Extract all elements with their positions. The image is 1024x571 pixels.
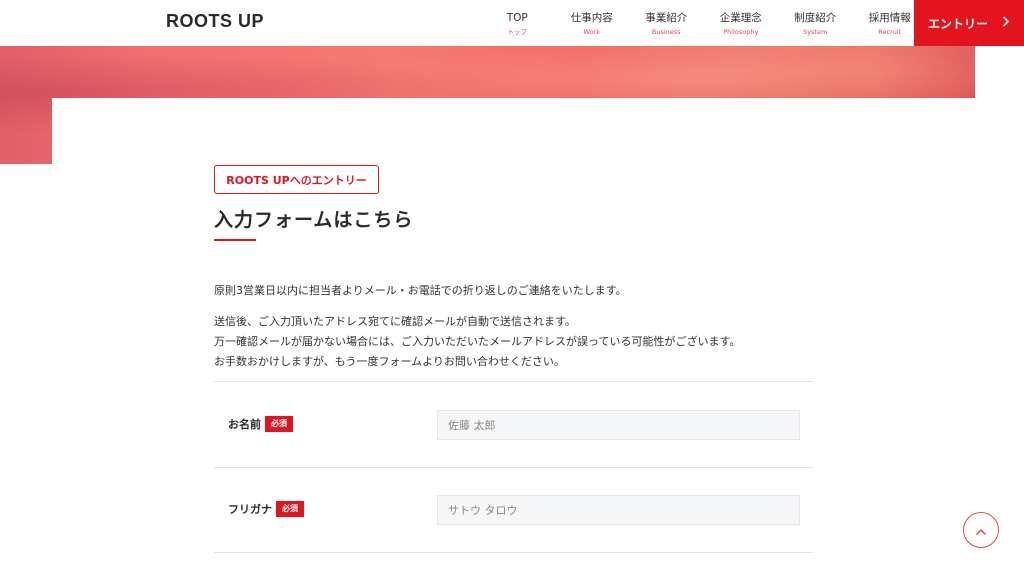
notice-paragraph: 送信後、ご入力頂いたアドレス宛てに確認メールが自動で送信されます。 万一確認メー…	[214, 312, 740, 372]
name-input[interactable]: 佐藤 太郎	[437, 410, 800, 440]
nav-sublabel: System	[803, 28, 828, 36]
notice-line: 万一確認メールが届かない場合には、ご入力いただいたメールアドレスが誤っている可能…	[214, 335, 741, 348]
nav-label: 制度紹介	[794, 12, 837, 24]
nav-sublabel: Philosophy	[723, 28, 759, 36]
intro-paragraph: 原則3営業日以内に担当者よりメール・お電話での折り返しのご連絡をいたします。	[214, 284, 627, 297]
entry-tag-button[interactable]: ROOTS UPへのエントリー	[214, 165, 379, 194]
form-divider	[214, 467, 813, 468]
field-label-text: フリガナ	[228, 503, 272, 516]
furigana-input[interactable]: サトウ タロウ	[437, 495, 800, 525]
required-badge: 必須	[265, 416, 293, 432]
nav-label: TOP	[506, 12, 528, 24]
form-divider	[214, 381, 813, 382]
nav-item-philosophy[interactable]: 企業理念 Philosophy	[704, 0, 779, 46]
entry-button-label: エントリー	[927, 16, 988, 31]
nav-sublabel: トップ	[507, 28, 528, 36]
chevron-up-icon	[975, 521, 987, 540]
section-title: 入力フォームはこちら	[214, 209, 414, 231]
nav-label: 事業紹介	[645, 12, 688, 24]
name-field-label: お名前 必須	[228, 416, 293, 432]
furigana-field-label: フリガナ 必須	[228, 501, 304, 517]
site-header: ROOTS UP TOP トップ 仕事内容 Work 事業紹介 Business…	[0, 0, 1024, 46]
form-divider	[214, 552, 813, 553]
nav-item-system[interactable]: 制度紹介 System	[778, 0, 853, 46]
main-nav: TOP トップ 仕事内容 Work 事業紹介 Business 企業理念 Phi…	[480, 0, 927, 46]
required-badge: 必須	[276, 501, 304, 517]
notice-line: 送信後、ご入力頂いたアドレス宛てに確認メールが自動で送信されます。	[214, 315, 576, 328]
nav-sublabel: Work	[583, 28, 600, 36]
chevron-right-icon	[1002, 16, 1010, 30]
nav-item-top[interactable]: TOP トップ	[480, 0, 555, 46]
site-logo[interactable]: ROOTS UP	[166, 11, 264, 32]
notice-line: お手数おかけしますが、もう一度フォームよりお問い合わせください。	[214, 355, 565, 368]
nav-sublabel: Business	[651, 28, 681, 36]
nav-label: 仕事内容	[570, 12, 613, 24]
nav-label: 企業理念	[719, 12, 762, 24]
field-label-text: お名前	[228, 418, 261, 431]
title-underline	[214, 239, 256, 241]
scroll-to-top-button[interactable]	[963, 512, 999, 548]
entry-button[interactable]: エントリー	[914, 0, 1024, 46]
nav-item-business[interactable]: 事業紹介 Business	[629, 0, 704, 46]
nav-sublabel: Recruit	[878, 28, 902, 36]
nav-item-work[interactable]: 仕事内容 Work	[555, 0, 630, 46]
nav-label: 採用情報	[868, 12, 911, 24]
